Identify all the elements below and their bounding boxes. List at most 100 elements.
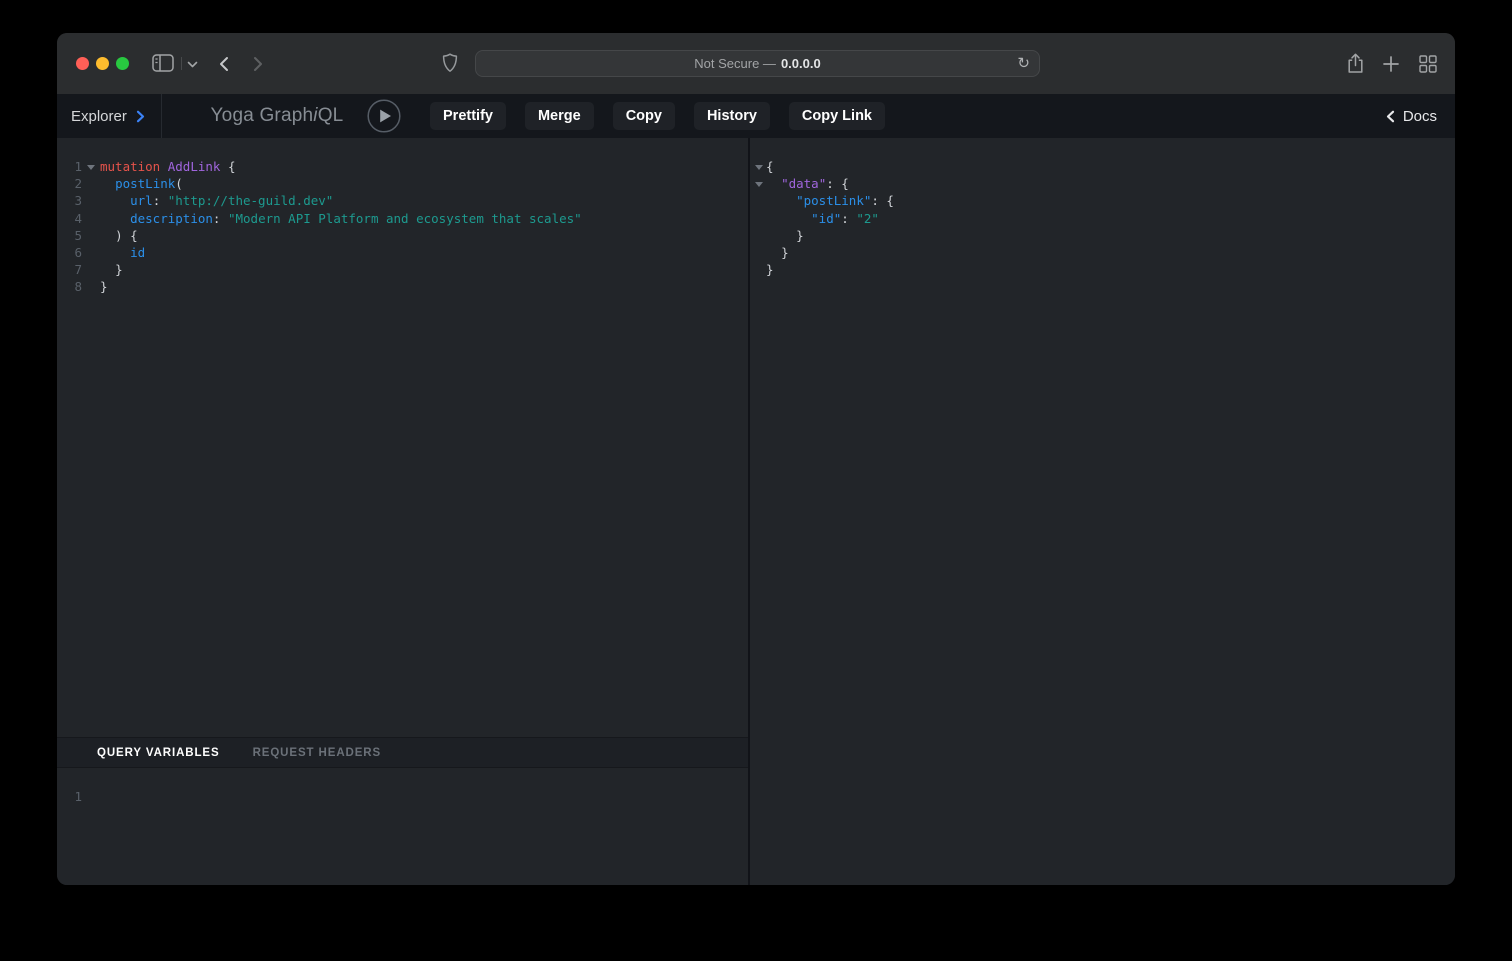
fold-column: [752, 227, 766, 244]
chevron-left-icon: [1386, 110, 1395, 123]
line-number: 1: [57, 788, 82, 805]
reload-icon[interactable]: ↻: [1017, 53, 1030, 74]
code-text: "data": {: [766, 175, 849, 192]
tab-query-variables[interactable]: QUERY VARIABLES: [97, 747, 220, 759]
code-line: "data": {: [752, 175, 1455, 192]
history-button[interactable]: History: [694, 102, 770, 130]
code-line: 7 }: [57, 261, 748, 278]
address-bar[interactable]: Not Secure — 0.0.0.0 ↻: [475, 50, 1040, 77]
response-viewer: { "data": { "postLink": { "id": "2" } }}: [750, 138, 1455, 885]
code-text: "postLink": {: [766, 192, 894, 209]
fold-column: [752, 192, 766, 209]
line-number: 6: [57, 244, 82, 261]
docs-toggle[interactable]: Docs: [1386, 94, 1437, 138]
execute-query-button[interactable]: [367, 99, 401, 133]
variables-editor[interactable]: 1: [57, 768, 748, 885]
code-text: }: [100, 278, 108, 295]
query-editor[interactable]: 1mutation AddLink {2 postLink(3 url: "ht…: [57, 138, 748, 737]
fold-column: [82, 175, 100, 192]
line-number: 1: [57, 158, 82, 175]
docs-label: Docs: [1403, 108, 1437, 125]
share-icon[interactable]: [1347, 53, 1364, 74]
code-text: }: [100, 261, 123, 278]
code-text: }: [766, 227, 804, 244]
code-text: url: "http://the-guild.dev": [100, 192, 333, 209]
graphiql-toolbar: Explorer Yoga GraphiQL Prettify Merge Copy…: [57, 94, 1455, 138]
zoom-window-button[interactable]: [116, 57, 129, 70]
code-line: "id": "2": [752, 210, 1455, 227]
code-line: }: [752, 261, 1455, 278]
line-number: 8: [57, 278, 82, 295]
copy-button[interactable]: Copy: [613, 102, 675, 130]
back-button-icon[interactable]: [218, 56, 229, 72]
code-text: "id": "2": [766, 210, 879, 227]
fold-arrow-icon[interactable]: [87, 165, 95, 170]
fold-column: [82, 227, 100, 244]
code-line: 6 id: [57, 244, 748, 261]
code-line: "postLink": {: [752, 192, 1455, 209]
chevron-right-icon: [136, 110, 145, 123]
browser-window: Not Secure — 0.0.0.0 ↻ Explorer Yog: [57, 33, 1455, 885]
code-text: description: "Modern API Platform and ec…: [100, 210, 582, 227]
code-line: 8}: [57, 278, 748, 295]
code-text: ) {: [100, 227, 138, 244]
code-line: {: [752, 158, 1455, 175]
privacy-shield-icon[interactable]: [442, 53, 458, 73]
traffic-lights: [76, 57, 129, 70]
query-pane: 1mutation AddLink {2 postLink(3 url: "ht…: [57, 138, 748, 885]
code-text: {: [766, 158, 774, 175]
toolbar-separator: [181, 57, 182, 70]
fold-column: [82, 261, 100, 278]
copy-link-button[interactable]: Copy Link: [789, 102, 885, 130]
code-line: }: [752, 244, 1455, 261]
fold-column: [82, 244, 100, 261]
fold-column: [752, 261, 766, 278]
code-line: 1 mutation AddLink {: [57, 158, 748, 175]
explorer-toggle[interactable]: Explorer: [57, 94, 162, 138]
code-text: postLink(: [100, 175, 183, 192]
explorer-label: Explorer: [71, 108, 127, 125]
page-title: Yoga GraphiQL: [162, 94, 392, 138]
code-text: id: [100, 244, 145, 261]
fold-column: [752, 158, 766, 175]
tab-overview-icon[interactable]: [1419, 55, 1437, 73]
line-number: 7: [57, 261, 82, 278]
play-icon: [367, 99, 401, 133]
code-text: }: [766, 261, 774, 278]
fold-column: [82, 278, 100, 295]
code-line: 4 description: "Modern API Platform and …: [57, 210, 748, 227]
main-content: 1mutation AddLink {2 postLink(3 url: "ht…: [57, 138, 1455, 885]
merge-button[interactable]: Merge: [525, 102, 594, 130]
chevron-down-icon[interactable]: [187, 61, 198, 68]
code-line: 2 postLink(: [57, 175, 748, 192]
new-tab-icon[interactable]: [1383, 56, 1399, 72]
code-line: 5 ) {: [57, 227, 748, 244]
prettify-button[interactable]: Prettify: [430, 102, 506, 130]
code-line: 1: [57, 788, 748, 805]
browser-chrome: Not Secure — 0.0.0.0 ↻: [57, 33, 1455, 94]
code-text: mutation AddLink {: [100, 158, 236, 175]
url-security-label: Not Secure —: [694, 56, 776, 71]
line-number: 2: [57, 175, 82, 192]
code-line: }: [752, 227, 1455, 244]
fold-column: [82, 210, 100, 227]
code-line: 3 url: "http://the-guild.dev": [57, 192, 748, 209]
fold-column: [82, 158, 100, 175]
tab-request-headers[interactable]: REQUEST HEADERS: [253, 747, 382, 759]
line-number: 3: [57, 192, 82, 209]
close-window-button[interactable]: [76, 57, 89, 70]
minimize-window-button[interactable]: [96, 57, 109, 70]
fold-column: [82, 192, 100, 209]
fold-arrow-icon[interactable]: [755, 165, 763, 170]
fold-column: [82, 788, 100, 805]
forward-button-icon[interactable]: [253, 56, 264, 72]
line-number: 5: [57, 227, 82, 244]
toolbar-buttons: Prettify Merge Copy History Copy Link: [430, 94, 885, 138]
line-number: 4: [57, 210, 82, 227]
url-host: 0.0.0.0: [781, 56, 821, 71]
fold-arrow-icon[interactable]: [755, 182, 763, 187]
fold-column: [752, 210, 766, 227]
variables-tabs: QUERY VARIABLES REQUEST HEADERS: [57, 737, 748, 768]
code-text: }: [766, 244, 789, 261]
sidebar-toggle-icon[interactable]: [152, 54, 174, 72]
